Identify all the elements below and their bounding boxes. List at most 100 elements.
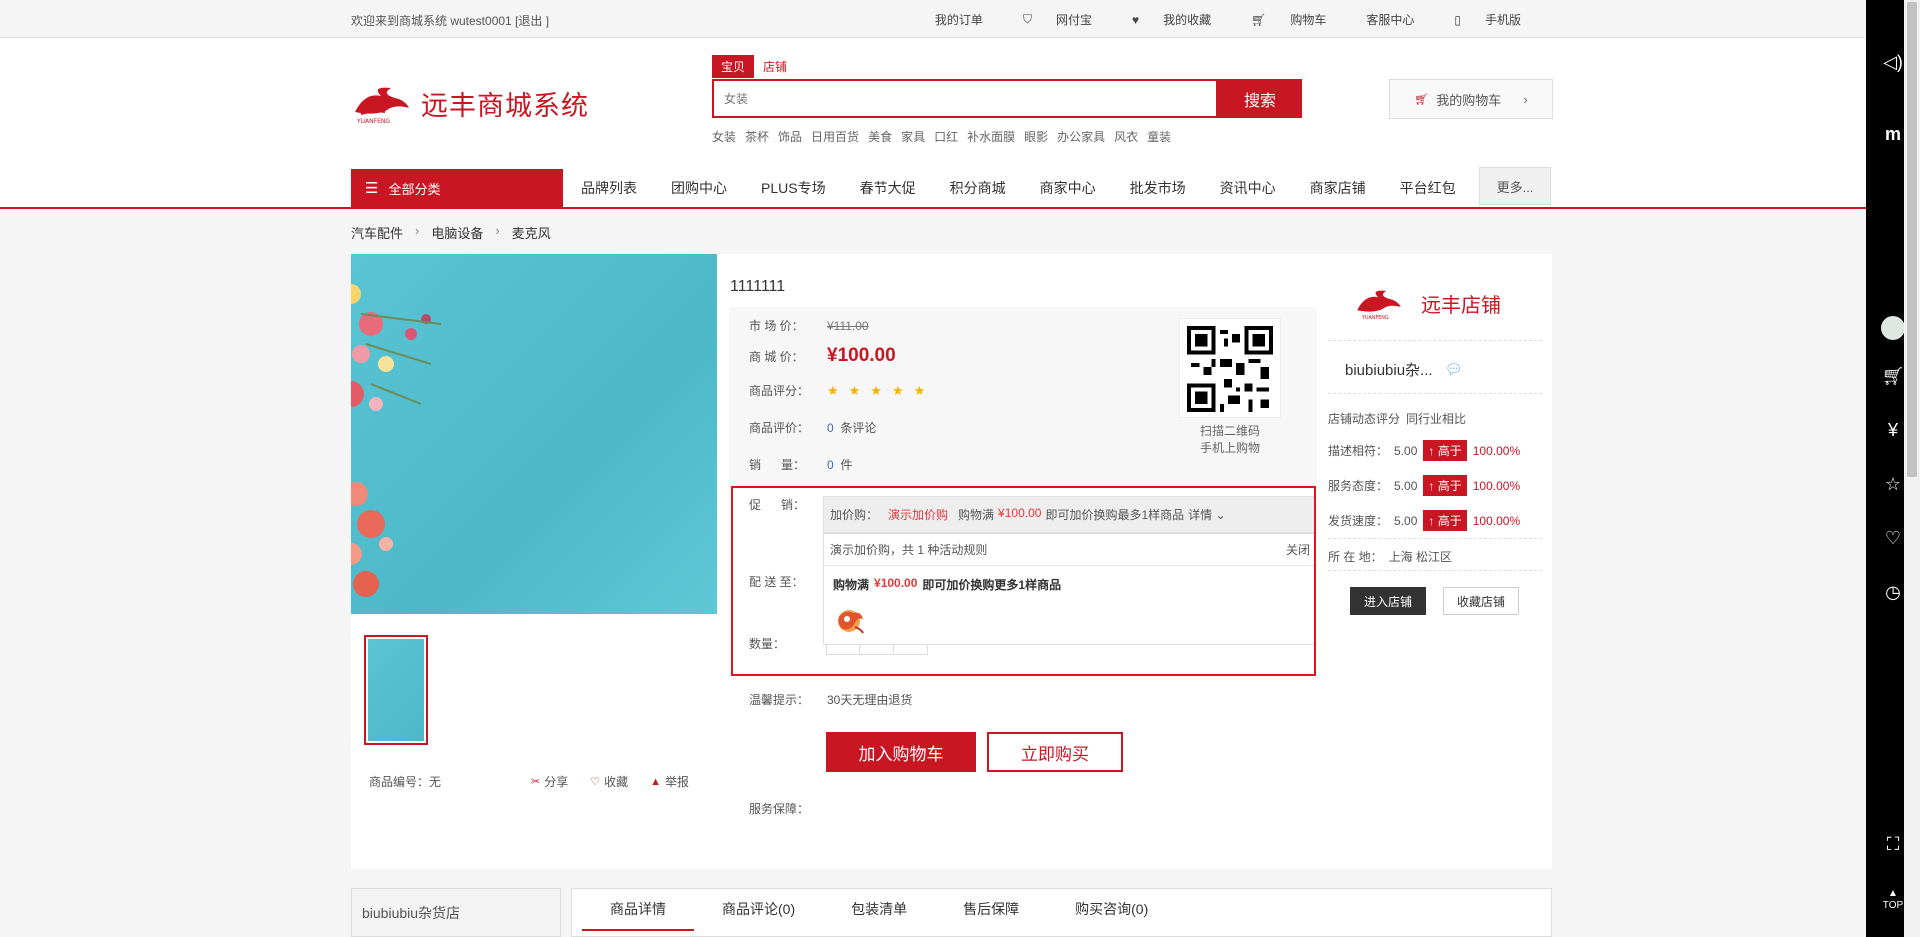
nav-item[interactable]: 批发市场 xyxy=(1113,169,1203,207)
share-icon: ✂︎ xyxy=(531,776,541,788)
my-cart-button[interactable]: 🛒︎ 我的购物车 › xyxy=(1389,79,1553,119)
product-actions: 商品编号：无 ✂︎ 分享 ♡ 收藏 ▲ 举报 xyxy=(369,773,689,790)
search-button[interactable]: 搜索 xyxy=(1218,79,1302,118)
chevron-right-icon: › xyxy=(495,223,500,238)
sales-count: 0 xyxy=(827,457,834,472)
divider xyxy=(1328,393,1542,394)
arrow-up-icon: ↑ 高于 xyxy=(1423,440,1467,461)
share-button[interactable]: ✂︎ 分享 xyxy=(531,773,568,790)
tab-reviews[interactable]: 商品评论(0) xyxy=(694,889,823,936)
wangfubao-link[interactable]: ⛉ 网付宝 xyxy=(1003,11,1112,28)
nav-item[interactable]: 商家店铺 xyxy=(1293,169,1383,207)
breadcrumb: 汽车配件 › 电脑设备 › 麦克风 xyxy=(351,223,551,242)
divider xyxy=(1328,340,1542,341)
hotword[interactable]: 办公家具 xyxy=(1057,128,1105,145)
qr-code-icon xyxy=(1187,326,1273,412)
svg-text:YUANFENG: YUANFENG xyxy=(1361,315,1389,320)
site-logo[interactable]: YUANFENG 远丰商城系统 xyxy=(351,82,589,125)
hotword[interactable]: 美食 xyxy=(868,128,892,145)
search-tab-products[interactable]: 宝贝 xyxy=(712,55,755,78)
arrow-up-icon: ↑ 高于 xyxy=(1423,510,1467,531)
nav-item[interactable]: 团购中心 xyxy=(654,169,744,207)
my-orders-link[interactable]: 我的订单 xyxy=(915,11,1003,28)
nav-items: 品牌列表 团购中心 PLUS专场 春节大促 积分商城 商家中心 批发市场 资讯中… xyxy=(564,169,1473,207)
enter-shop-button[interactable]: 进入店铺 xyxy=(1350,587,1426,615)
tab-details[interactable]: 商品详情 xyxy=(582,889,694,931)
nav-item[interactable]: PLUS专场 xyxy=(744,169,843,207)
service-label: 服务保障： xyxy=(749,802,810,816)
hotword[interactable]: 口红 xyxy=(934,128,958,145)
chevron-right-icon: › xyxy=(415,223,420,238)
search-tabs: 宝贝 店铺 xyxy=(712,55,796,78)
hotword[interactable]: 日用百货 xyxy=(811,128,859,145)
item-number: 商品编号：无 xyxy=(369,775,442,789)
favorite-button[interactable]: ♡ 收藏 xyxy=(590,773,628,790)
heart-icon: ♥ xyxy=(1131,12,1140,27)
store-name-box[interactable]: biubiubiu杂货店 xyxy=(351,888,561,937)
product-main-image[interactable] xyxy=(351,254,717,614)
nav-item[interactable]: 平台红包 xyxy=(1383,169,1473,207)
search-tab-shops[interactable]: 店铺 xyxy=(754,55,796,78)
breadcrumb-item[interactable]: 汽车配件 xyxy=(351,223,403,242)
scrollbar-thumb[interactable] xyxy=(1907,2,1917,477)
reviews-count[interactable]: 0 xyxy=(827,421,834,435)
welcome-text: 欢迎来到商城系统 wutest0001 [退出 ] xyxy=(351,14,550,28)
report-button[interactable]: ▲ 举报 xyxy=(650,773,689,790)
nav-item[interactable]: 资讯中心 xyxy=(1203,169,1293,207)
nav-item[interactable]: 商家中心 xyxy=(1023,169,1113,207)
nav-more-button[interactable]: 更多... xyxy=(1479,167,1551,205)
detail-tabs: 商品详情 商品评论(0) 包装清单 售后保障 购买咨询(0) xyxy=(571,888,1552,937)
shop-logo[interactable]: YUANFENG 远丰店铺 xyxy=(1345,286,1501,320)
product-thumbnail[interactable] xyxy=(364,635,428,745)
tab-after-sales[interactable]: 售后保障 xyxy=(935,889,1047,936)
cart-icon: 🛒︎ xyxy=(1251,12,1267,27)
svg-text:YUANFENG: YUANFENG xyxy=(356,118,390,124)
buy-now-button[interactable]: 立即购买 xyxy=(987,732,1123,772)
hotword[interactable]: 童装 xyxy=(1147,128,1171,145)
favorite-shop-button[interactable]: 收藏店铺 xyxy=(1443,587,1519,615)
divider xyxy=(1328,538,1542,539)
phone-icon: ▯ xyxy=(1454,12,1461,27)
nav-item[interactable]: 积分商城 xyxy=(933,169,1023,207)
service-center-link[interactable]: 客服中心 xyxy=(1346,11,1434,28)
tip-text: 30天无理由退货 xyxy=(827,693,913,707)
main-nav: ☰ 全部分类 品牌列表 团购中心 PLUS专场 春节大促 积分商城 商家中心 批… xyxy=(0,167,1866,209)
divider xyxy=(1328,570,1542,571)
chat-icon[interactable]: 💬︎ xyxy=(1445,361,1463,378)
hotword[interactable]: 女装 xyxy=(712,128,736,145)
my-favorites-link[interactable]: ♥ 我的收藏 xyxy=(1112,11,1231,28)
hotword[interactable]: 饰品 xyxy=(778,128,802,145)
cart-link[interactable]: 🛒︎ 购物车 xyxy=(1231,11,1346,28)
tab-packing[interactable]: 包装清单 xyxy=(823,889,935,936)
hotword[interactable]: 风衣 xyxy=(1114,128,1138,145)
shop-logo-icon: YUANFENG xyxy=(1357,290,1401,320)
nav-item[interactable]: 品牌列表 xyxy=(564,169,654,207)
hotword[interactable]: 茶杯 xyxy=(745,128,769,145)
hotword[interactable]: 家具 xyxy=(901,128,925,145)
nav-item[interactable]: 春节大促 xyxy=(843,169,933,207)
add-to-cart-button[interactable]: 加入购物车 xyxy=(826,732,976,772)
scrollbar[interactable] xyxy=(1904,0,1920,937)
hotword[interactable]: 眼影 xyxy=(1024,128,1048,145)
breadcrumb-item[interactable]: 电脑设备 xyxy=(431,223,483,242)
shop-rating-header: 店铺动态评分 同行业相比 xyxy=(1328,412,1467,426)
mobile-link[interactable]: ▯ 手机版 xyxy=(1434,11,1541,28)
reviews-row: 商品评价： 0 条评论 xyxy=(749,420,877,436)
cart-icon: 🛒︎ xyxy=(1414,93,1429,106)
top-links: 我的订单 ⛉ 网付宝 ♥ 我的收藏 🛒︎ 购物车 客服中心 ▯ 手机版 xyxy=(915,11,1541,28)
tab-consult[interactable]: 购买咨询(0) xyxy=(1047,889,1176,936)
qr-caption: 扫描二维码 手机上购物 xyxy=(1199,424,1260,455)
tip-row: 温馨提示： 30天无理由退货 xyxy=(749,693,913,707)
shop-location: 所 在 地： 上海 松江区 xyxy=(1328,550,1453,564)
all-categories-button[interactable]: ☰ 全部分类 xyxy=(351,169,563,207)
search-input[interactable] xyxy=(714,81,1216,116)
rating-row: 商品评分： ★★★★★ xyxy=(749,382,936,399)
shield-icon: ⛉ xyxy=(1022,12,1032,26)
promo-highlight-frame xyxy=(731,486,1316,676)
hotword[interactable]: 补水面膜 xyxy=(967,128,1015,145)
hot-keywords: 女装 茶杯 饰品 日用百货 美食 家具 口红 补水面膜 眼影 办公家具 风衣 童… xyxy=(712,128,1171,145)
shop-rating-row: 发货速度： 5.00 ↑ 高于 100.00% xyxy=(1328,510,1520,531)
shop-logo-text: 远丰店铺 xyxy=(1421,292,1501,317)
breadcrumb-item[interactable]: 麦克风 xyxy=(512,223,551,242)
sales-row: 销 量： 0 件 xyxy=(749,457,853,473)
